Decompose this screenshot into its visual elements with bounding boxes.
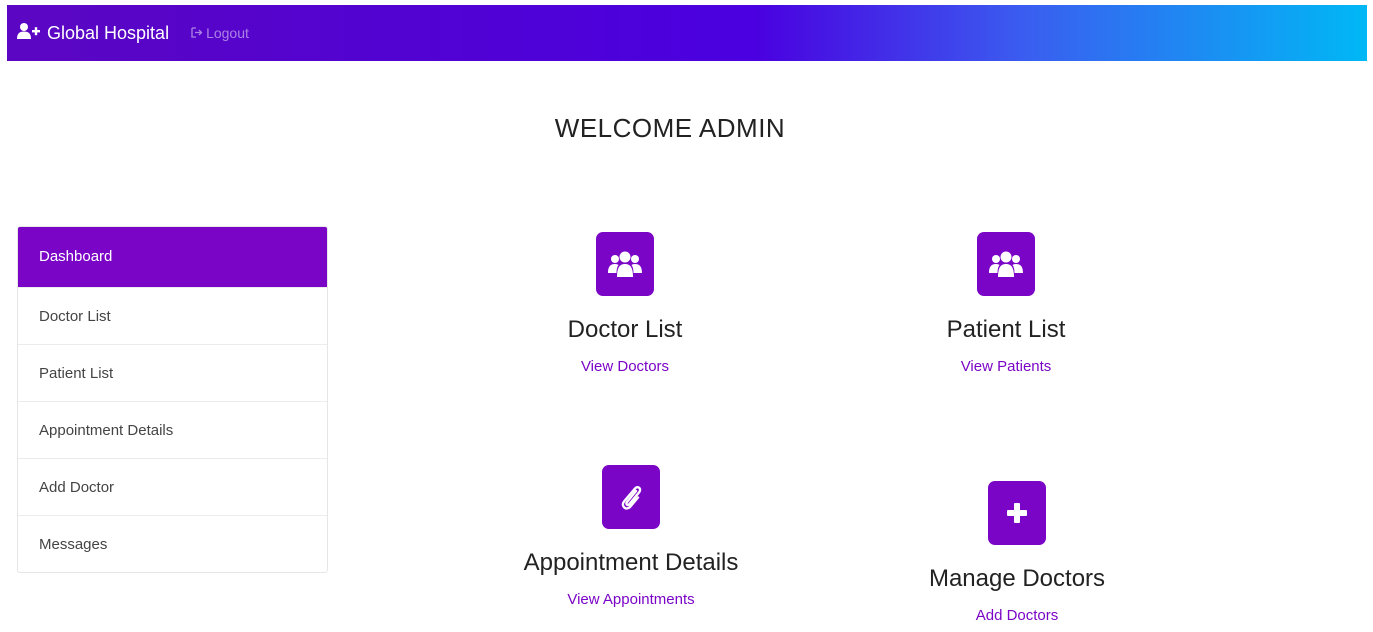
sign-out-icon [191, 25, 206, 41]
sidebar-item-messages[interactable]: Messages [18, 515, 327, 572]
card-title: Doctor List [567, 316, 683, 343]
patient-list-card: Patient List View Patients [856, 232, 1156, 376]
logout-link[interactable]: Logout [191, 25, 249, 41]
view-patients-link[interactable]: View Patients [961, 358, 1052, 375]
logout-label: Logout [206, 25, 249, 41]
brand-link[interactable]: Global Hospital [17, 22, 169, 45]
card-title: Manage Doctors [928, 565, 1106, 592]
sidebar-item-appointment-details[interactable]: Appointment Details [18, 401, 327, 458]
sidebar-item-dashboard[interactable]: Dashboard [18, 227, 327, 287]
manage-doctors-card: Manage Doctors Add Doctors [867, 481, 1167, 625]
view-appointments-link[interactable]: View Appointments [567, 591, 694, 608]
top-navbar: Global Hospital Logout [7, 5, 1367, 61]
users-icon[interactable] [596, 232, 654, 296]
brand-name: Global Hospital [47, 22, 170, 43]
view-doctors-link[interactable]: View Doctors [581, 358, 669, 375]
page-title: WELCOME ADMIN [554, 113, 786, 143]
plus-icon[interactable] [988, 481, 1046, 545]
user-plus-icon [17, 22, 47, 45]
sidebar-item-add-doctor[interactable]: Add Doctor [18, 458, 327, 515]
sidebar-item-doctor-list[interactable]: Doctor List [18, 287, 327, 344]
sidebar-item-patient-list[interactable]: Patient List [18, 344, 327, 401]
card-title: Appointment Details [523, 549, 739, 576]
paperclip-icon[interactable] [602, 465, 660, 529]
card-title: Patient List [946, 316, 1066, 343]
doctor-list-card: Doctor List View Doctors [475, 232, 775, 376]
sidebar: Dashboard Doctor List Patient List Appoi… [17, 226, 328, 573]
appointment-details-card: Appointment Details View Appointments [481, 465, 781, 609]
users-icon[interactable] [977, 232, 1035, 296]
add-doctors-link[interactable]: Add Doctors [976, 607, 1059, 624]
